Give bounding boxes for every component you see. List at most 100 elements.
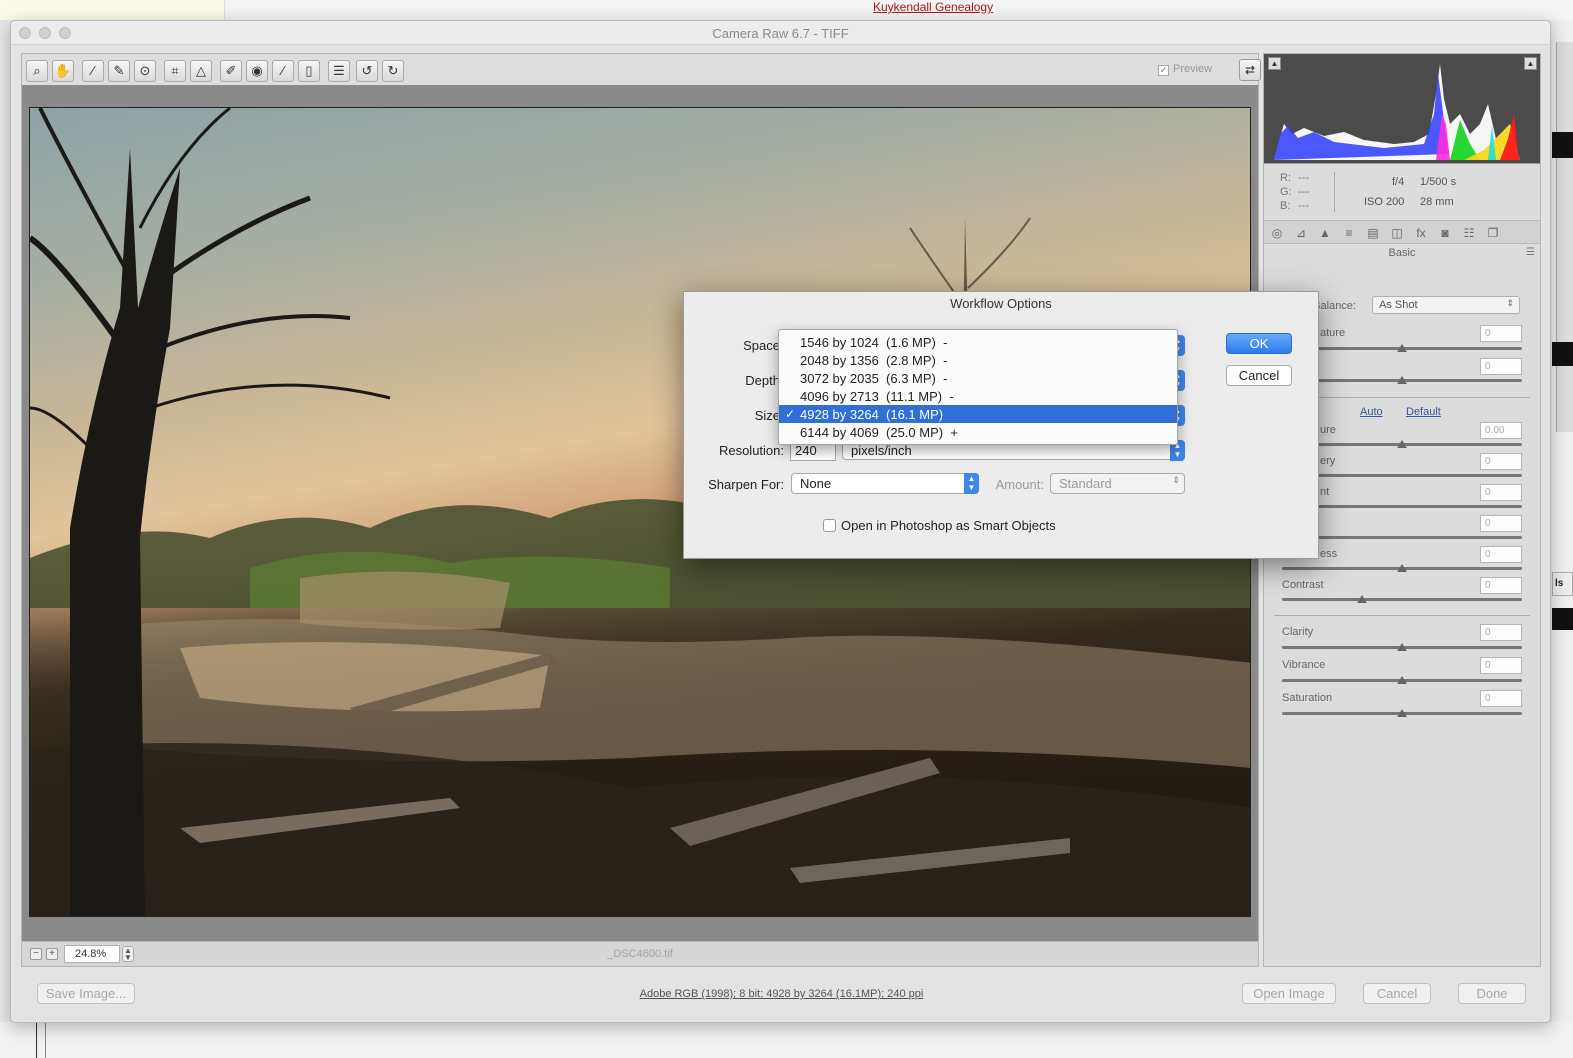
size-option[interactable]: 3072 by 2035 (6.3 MP) -	[779, 369, 1177, 387]
panel-divider	[1274, 615, 1530, 616]
background-dark-block	[1552, 608, 1573, 630]
color-sampler-icon[interactable]: ✎	[108, 60, 130, 82]
tab-presets-icon[interactable]: ☷	[1460, 224, 1478, 242]
contrast-field[interactable]: 0	[1480, 577, 1522, 594]
saturation-field[interactable]: 0	[1480, 690, 1522, 707]
panel-menu-icon[interactable]: ☰	[1526, 247, 1535, 258]
pixel-readout: R: --- G: --- B: --- f/4 1/500 s ISO 200…	[1264, 164, 1540, 220]
size-option-selected[interactable]: ✓ 4928 by 3264 (16.1 MP)	[779, 405, 1177, 423]
adjustment-brush-icon[interactable]: ⁄	[272, 60, 294, 82]
white-balance-icon[interactable]: ⁄	[82, 60, 104, 82]
iso-value: ISO 200	[1364, 196, 1405, 208]
crop-icon[interactable]: ⌗	[164, 60, 186, 82]
rotate-right-icon[interactable]: ↻	[382, 60, 404, 82]
highlight-clipping-icon[interactable]: ▲	[1524, 57, 1537, 70]
spot-removal-icon[interactable]: ✐	[220, 60, 242, 82]
blue-value: ---	[1298, 200, 1309, 212]
fill-light-field[interactable]: 0	[1480, 484, 1522, 501]
straighten-icon[interactable]: △	[190, 60, 212, 82]
blue-label: B:	[1280, 200, 1291, 212]
zoom-icon[interactable]: ⌕	[26, 60, 48, 82]
exposure-field[interactable]: 0.00	[1480, 422, 1522, 439]
brightness-field[interactable]: 0	[1480, 546, 1522, 563]
contrast-slider[interactable]	[1282, 598, 1522, 601]
resolution-unit-value: pixels/inch	[851, 443, 912, 458]
dialog-cancel-button[interactable]: Cancel	[1226, 365, 1292, 386]
auto-link[interactable]: Auto	[1360, 406, 1383, 418]
tab-tone-curve-icon[interactable]: ⊿	[1292, 224, 1310, 242]
recovery-field[interactable]: 0	[1480, 453, 1522, 470]
contrast-slider-thumb[interactable]	[1357, 595, 1367, 603]
saturation-slider-thumb[interactable]	[1397, 709, 1407, 717]
tab-lens-icon[interactable]: ◫	[1388, 224, 1406, 242]
tab-hsl-icon[interactable]: ≡	[1340, 224, 1358, 242]
preferences-icon[interactable]: ☰	[328, 60, 350, 82]
amount-label: Amount:	[995, 477, 1044, 492]
tab-detail-icon[interactable]: ▲	[1316, 224, 1334, 242]
tint-slider-thumb[interactable]	[1397, 376, 1407, 384]
vibrance-field[interactable]: 0	[1480, 657, 1522, 674]
genealogy-link[interactable]: Kuykendall Genealogy	[873, 0, 993, 14]
open-image-button[interactable]: Open Image	[1242, 983, 1336, 1004]
white-balance-select[interactable]: As Shot ⇕	[1372, 296, 1520, 314]
preview-toggle[interactable]: ✓ Preview	[1158, 63, 1212, 76]
background-panel	[0, 0, 225, 20]
tab-effects-icon[interactable]: fx	[1412, 224, 1430, 242]
size-option[interactable]: 4096 by 2713 (11.1 MP) -	[779, 387, 1177, 405]
default-link[interactable]: Default	[1406, 406, 1441, 418]
vibrance-label: Vibrance	[1282, 659, 1326, 671]
checkmark-icon: ✓	[785, 407, 796, 421]
preview-checkbox[interactable]: ✓	[1158, 65, 1169, 76]
done-button[interactable]: Done	[1458, 983, 1526, 1004]
hand-icon[interactable]: ✋	[52, 60, 74, 82]
clarity-slider-thumb[interactable]	[1397, 643, 1407, 651]
tab-snapshots-icon[interactable]: ❐	[1484, 224, 1502, 242]
blacks-field[interactable]: 0	[1480, 515, 1522, 532]
panel-title: Basic	[1388, 247, 1416, 259]
sharpen-for-value: None	[800, 476, 832, 491]
temperature-field[interactable]: 0	[1480, 325, 1522, 342]
ok-button[interactable]: OK	[1226, 333, 1292, 354]
clarity-field[interactable]: 0	[1480, 624, 1522, 641]
histogram-graph	[1272, 64, 1522, 160]
fill-light-label: nt	[1320, 486, 1330, 498]
preview-label: Preview	[1173, 63, 1213, 75]
smart-objects-label: Open in Photoshop as Smart Objects	[841, 518, 1056, 533]
amount-value: Standard	[1059, 476, 1112, 491]
vibrance-slider-thumb[interactable]	[1397, 676, 1407, 684]
tab-split-toning-icon[interactable]: ▤	[1364, 224, 1382, 242]
brightness-slider-thumb[interactable]	[1397, 564, 1407, 572]
chevron-updown-icon: ⇕	[1172, 475, 1180, 485]
background-divider	[36, 1022, 46, 1058]
tint-field[interactable]: 0	[1480, 358, 1522, 375]
size-option[interactable]: 1546 by 1024 (1.6 MP) -	[779, 333, 1177, 351]
brightness-label: ess	[1320, 548, 1338, 560]
sharpen-for-select[interactable]: None ▲ ▼	[791, 473, 979, 494]
background-right-toolbar: ls	[1552, 20, 1573, 1022]
cancel-button[interactable]: Cancel	[1363, 983, 1431, 1004]
size-option[interactable]: 2048 by 1356 (2.8 MP) -	[779, 351, 1177, 369]
amount-select[interactable]: Standard ⇕	[1050, 473, 1185, 494]
background-dark-block	[1552, 132, 1573, 158]
exposure-label: ure	[1320, 424, 1336, 436]
shadow-clipping-icon[interactable]: ▲	[1268, 57, 1281, 70]
tab-basic-icon[interactable]: ◎	[1268, 224, 1286, 242]
red-eye-icon[interactable]: ◉	[246, 60, 268, 82]
focal-length-value: 28 mm	[1420, 196, 1454, 208]
smart-objects-checkbox[interactable]	[823, 519, 836, 532]
space-label: Space	[743, 338, 780, 353]
title-bar: Camera Raw 6.7 - TIFF	[11, 21, 1550, 45]
temperature-slider-thumb[interactable]	[1397, 344, 1407, 352]
clarity-label: Clarity	[1282, 626, 1314, 638]
contrast-label: Contrast	[1282, 579, 1324, 591]
graduated-filter-icon[interactable]: ▯	[298, 60, 320, 82]
exposure-slider-thumb[interactable]	[1397, 440, 1407, 448]
size-option[interactable]: 6144 by 4069 (25.0 MP) +	[779, 423, 1177, 441]
rotate-left-icon[interactable]: ↺	[356, 60, 378, 82]
target-adjust-icon[interactable]: ⊙	[134, 60, 156, 82]
chevron-updown-icon: ⇕	[1506, 298, 1514, 308]
readout-divider	[1334, 172, 1335, 212]
tab-camera-calibration-icon[interactable]: ◙	[1436, 224, 1454, 242]
fullscreen-toggle-icon[interactable]: ⇄	[1239, 59, 1261, 81]
temperature-label: ature	[1320, 327, 1346, 339]
